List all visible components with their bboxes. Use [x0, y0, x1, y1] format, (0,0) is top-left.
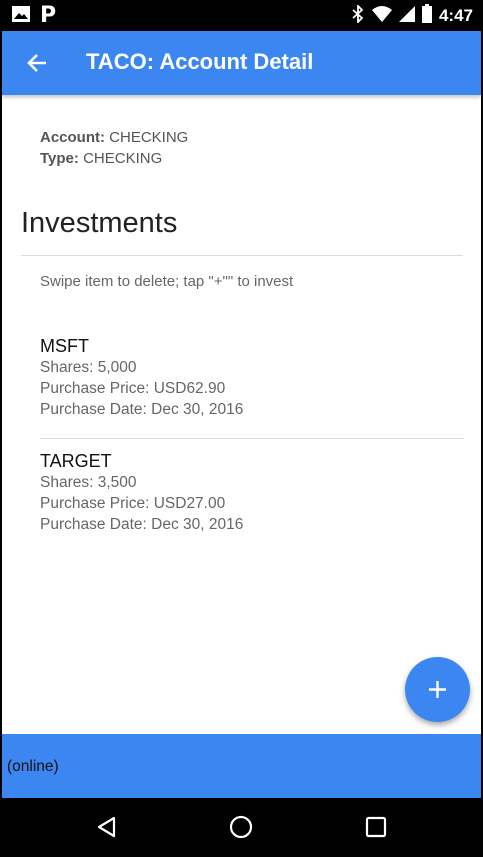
- investment-item-target[interactable]: TARGET Shares: 3,500 Purchase Price: USD…: [40, 450, 464, 535]
- home-nav-icon[interactable]: [228, 814, 254, 840]
- account-value: CHECKING: [109, 129, 189, 146]
- arrow-left-icon[interactable]: [24, 49, 52, 77]
- account-summary: Account: CHECKING Type: CHECKING: [40, 127, 188, 169]
- page-title: TACO: Account Detail: [86, 49, 314, 74]
- bluetooth-icon: [351, 3, 365, 28]
- investment-shares: Shares: 3,500: [40, 474, 137, 491]
- section-divider: [21, 255, 463, 256]
- investment-symbol: MSFT: [40, 336, 89, 356]
- investment-shares: Shares: 5,000: [40, 359, 137, 376]
- status-footer: (online): [2, 734, 481, 798]
- type-value: CHECKING: [83, 150, 163, 167]
- type-row: Type: CHECKING: [40, 148, 188, 169]
- wifi-icon: [371, 5, 393, 28]
- account-label: Account:: [40, 129, 105, 146]
- add-investment-button[interactable]: [405, 657, 470, 722]
- recents-nav-icon[interactable]: [363, 814, 389, 840]
- investment-date: Purchase Date: Dec 30, 2016: [40, 401, 244, 418]
- investment-price: Purchase Price: USD62.90: [40, 380, 226, 397]
- signal-icon: [398, 5, 415, 28]
- investment-date: Purchase Date: Dec 30, 2016: [40, 516, 244, 533]
- instructions-text: Swipe item to delete; tap "+"" to invest: [40, 273, 294, 290]
- account-row: Account: CHECKING: [40, 127, 188, 148]
- app-screen: TACO: Account Detail Account: CHECKING T…: [2, 31, 481, 798]
- connection-status: (online): [7, 758, 59, 775]
- image-icon: [12, 5, 30, 27]
- back-nav-icon[interactable]: [94, 814, 120, 840]
- pandora-icon: P: [40, 3, 57, 28]
- status-bar: P 4:47: [0, 0, 483, 31]
- investments-heading: Investments: [21, 207, 178, 239]
- system-nav-bar: [0, 798, 483, 857]
- main-content: Account: CHECKING Type: CHECKING Investm…: [2, 95, 481, 734]
- app-bar: TACO: Account Detail: [2, 31, 481, 95]
- status-time: 4:47: [438, 6, 473, 25]
- investment-price: Purchase Price: USD27.00: [40, 495, 226, 512]
- type-label: Type:: [40, 150, 79, 167]
- investment-item-msft[interactable]: MSFT Shares: 5,000 Purchase Price: USD62…: [40, 335, 464, 420]
- battery-icon: [421, 4, 433, 28]
- item-divider: [40, 438, 464, 439]
- investment-symbol: TARGET: [40, 451, 112, 471]
